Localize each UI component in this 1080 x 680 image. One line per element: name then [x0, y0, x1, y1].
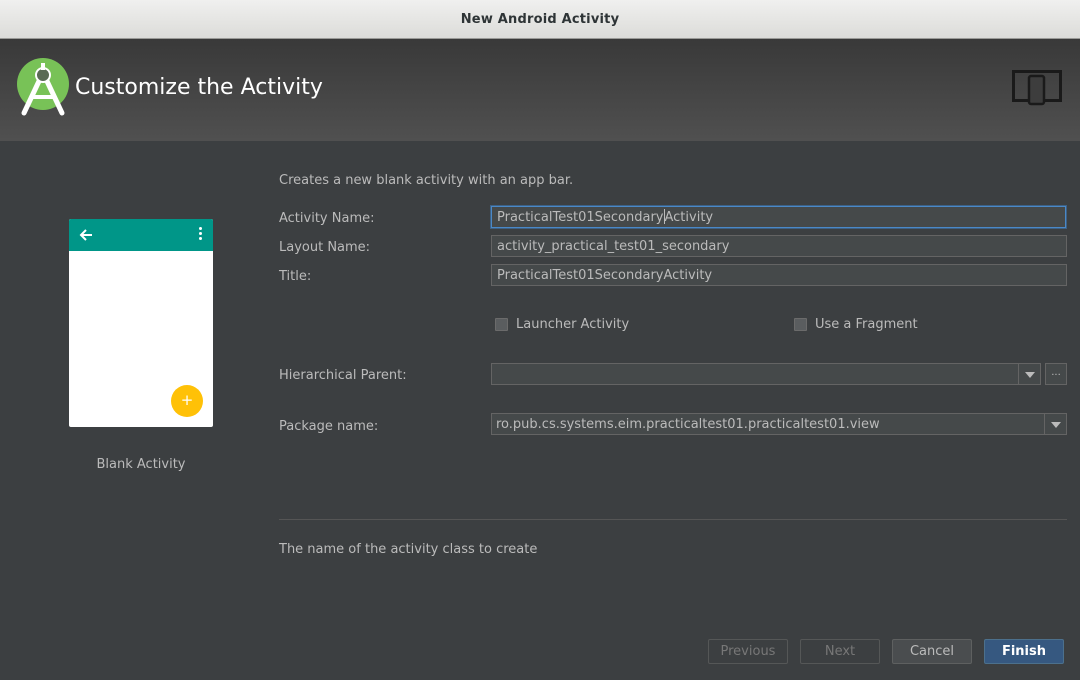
activity-template-preview: +: [69, 219, 213, 427]
overflow-menu-icon: [197, 227, 203, 243]
use-fragment-checkbox[interactable]: Use a Fragment: [794, 317, 918, 332]
activity-name-text-before-caret: PracticalTest01Secondary: [497, 210, 664, 225]
cancel-button[interactable]: Cancel: [892, 639, 972, 664]
activity-name-text-after-caret: Activity: [664, 210, 714, 225]
back-arrow-icon: [79, 229, 92, 241]
chevron-down-icon[interactable]: [1044, 414, 1066, 434]
page-title: Customize the Activity: [75, 75, 323, 100]
window-titlebar: New Android Activity: [0, 0, 1080, 39]
title-label: Title:: [279, 269, 312, 284]
package-name-label: Package name:: [279, 419, 379, 434]
android-studio-logo-icon: [17, 58, 69, 116]
hierarchical-parent-label: Hierarchical Parent:: [279, 368, 407, 383]
checkbox-box[interactable]: [794, 318, 807, 331]
field-help-text: The name of the activity class to create: [279, 542, 538, 557]
package-name-value: ro.pub.cs.systems.eim.practicaltest01.pr…: [496, 417, 880, 432]
chevron-down-icon[interactable]: [1018, 364, 1040, 384]
template-name-label: Blank Activity: [96, 457, 186, 472]
template-description: Creates a new blank activity with an app…: [279, 173, 574, 188]
launcher-activity-label: Launcher Activity: [516, 317, 630, 332]
finish-button[interactable]: Finish: [984, 639, 1064, 664]
browse-parent-button[interactable]: ...: [1045, 363, 1067, 385]
layout-name-label: Layout Name:: [279, 240, 371, 255]
divider: [279, 519, 1067, 520]
launcher-activity-checkbox[interactable]: Launcher Activity: [495, 317, 629, 332]
wizard-content: + Blank Activity Creates a new blank act…: [0, 141, 1080, 680]
layout-name-input[interactable]: activity_practical_test01_secondary: [491, 235, 1067, 257]
title-input[interactable]: PracticalTest01SecondaryActivity: [491, 264, 1067, 286]
window-title: New Android Activity: [460, 11, 620, 27]
activity-name-input[interactable]: PracticalTest01SecondaryActivity: [491, 206, 1066, 228]
previous-button[interactable]: Previous: [708, 639, 788, 664]
fab-plus-icon: +: [171, 385, 203, 417]
use-fragment-label: Use a Fragment: [815, 317, 918, 332]
activity-name-label: Activity Name:: [279, 211, 375, 226]
wizard-header: Customize the Activity: [0, 39, 1080, 141]
package-name-combo[interactable]: ro.pub.cs.systems.eim.practicaltest01.pr…: [491, 413, 1067, 435]
hierarchical-parent-combo[interactable]: [491, 363, 1041, 385]
checkbox-box[interactable]: [495, 318, 508, 331]
next-button[interactable]: Next: [800, 639, 880, 664]
preview-app-bar: [69, 219, 213, 251]
device-form-factor-icon: [1012, 70, 1062, 106]
